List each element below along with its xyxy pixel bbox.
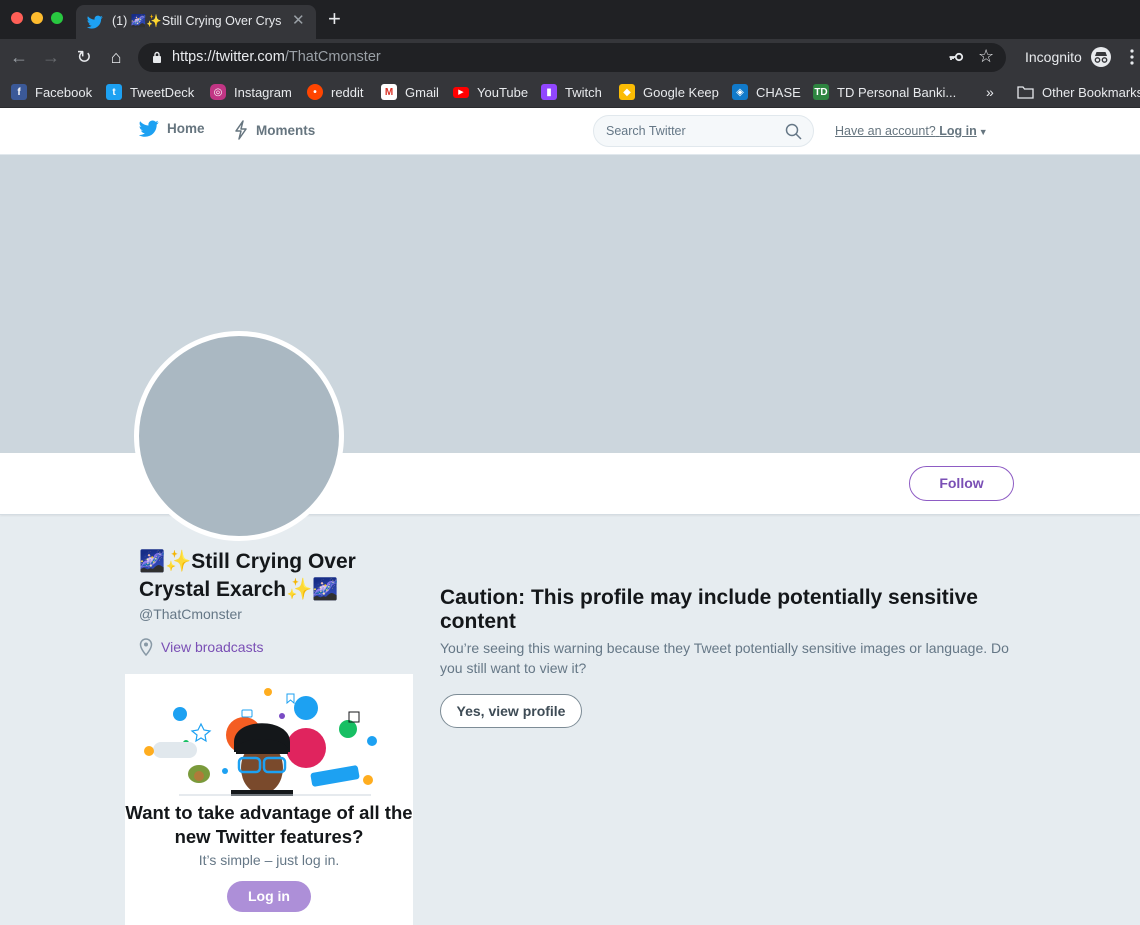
incognito-icon[interactable]: [1091, 47, 1111, 67]
promo-subtitle: It’s simple – just log in.: [198, 852, 340, 868]
bookmark-label: CHASE: [756, 84, 801, 100]
view-broadcasts-link[interactable]: View broadcasts: [161, 639, 263, 655]
bookmark-facebook[interactable]: f Facebook: [11, 81, 92, 103]
bookmark-tweetdeck[interactable]: t TweetDeck: [106, 81, 194, 103]
bookmark-label: Instagram: [234, 84, 292, 100]
td-icon: TD: [813, 84, 829, 100]
view-profile-button[interactable]: Yes, view profile: [440, 694, 582, 728]
bookmarks-overflow-button[interactable]: »: [986, 84, 994, 100]
location-pin-icon: [139, 638, 153, 656]
bookmarks-bar: f Facebook t TweetDeck ◎ Instagram • reddit …: [0, 76, 1140, 108]
address-bar[interactable]: https://twitter.com/ThatCmonster ☆: [138, 43, 1006, 72]
facebook-icon: f: [11, 84, 27, 100]
close-window-button[interactable]: [11, 12, 23, 24]
url-path: /ThatCmonster: [284, 49, 381, 65]
browser-toolbar: ← → ↻ ⌂ https://twitter.com/ThatCmonster…: [0, 39, 1140, 76]
reload-icon[interactable]: ↻: [74, 47, 94, 67]
twitter-bird-icon: [139, 120, 159, 137]
tab-close-icon[interactable]: ✕: [292, 11, 305, 29]
back-arrow-icon[interactable]: ←: [9, 47, 29, 67]
bookmark-label: Google Keep: [643, 84, 719, 100]
login-button[interactable]: Log in: [227, 881, 311, 912]
follow-button[interactable]: Follow: [909, 466, 1014, 501]
caution-title: Caution: This profile may include potent…: [440, 586, 978, 633]
bookmark-twitch[interactable]: ▮ Twitch: [541, 81, 602, 103]
bookmark-instagram[interactable]: ◎ Instagram: [210, 81, 292, 103]
bookmark-gmail[interactable]: M Gmail: [381, 81, 439, 103]
bookmark-label: Facebook: [35, 84, 93, 100]
incognito-label[interactable]: Incognito: [1025, 49, 1082, 65]
nav-moments-link[interactable]: Moments: [234, 120, 315, 140]
login-link[interactable]: Log in: [939, 124, 977, 138]
promo-illustration: [144, 688, 377, 796]
bookmark-reddit[interactable]: • reddit: [307, 81, 364, 103]
bookmark-youtube[interactable]: ▶ YouTube: [453, 81, 528, 103]
avatar[interactable]: [134, 331, 344, 541]
bookmark-label: reddit: [331, 84, 364, 100]
twitter-bird-icon: [87, 15, 103, 29]
nav-home-link[interactable]: Home: [139, 120, 205, 137]
bookmark-label: TweetDeck: [130, 84, 195, 100]
maximize-window-button[interactable]: [51, 12, 63, 24]
minimize-window-button[interactable]: [31, 12, 43, 24]
search-icon[interactable]: [785, 123, 802, 140]
keep-icon: ◆: [619, 84, 635, 100]
bookmark-star-icon[interactable]: ☆: [978, 46, 994, 66]
youtube-icon: ▶: [453, 86, 469, 98]
twitter-top-nav: Home Moments Search Twitter Have an acco…: [0, 108, 1140, 155]
login-dropdown[interactable]: Have an account? Log in ▼: [835, 124, 988, 138]
profile-display-name: 🌌✨Still Crying Over Crystal Exarch✨🌌: [139, 550, 356, 601]
search-input[interactable]: Search Twitter: [593, 115, 814, 147]
url-host: https://twitter.com: [172, 49, 285, 65]
bookmark-label: Other Bookmarks: [1042, 84, 1140, 100]
key-icon[interactable]: [948, 49, 964, 65]
bookmark-label: TD Personal Banki...: [837, 84, 957, 100]
bookmark-label: Twitch: [565, 84, 602, 100]
bookmark-other-folder[interactable]: Other Bookmarks: [1017, 81, 1140, 103]
gmail-icon: M: [381, 84, 397, 100]
browser-tab-strip: (1) 🌌✨Still Crying Over Crys ✕ +: [0, 0, 1140, 39]
broadcasts-row: View broadcasts: [139, 638, 263, 656]
nav-home-label: Home: [167, 121, 205, 136]
chase-icon: ◈: [732, 84, 748, 100]
folder-icon: [1017, 86, 1034, 99]
bookmark-chase[interactable]: ◈ CHASE: [732, 81, 801, 103]
lightning-icon: [235, 120, 247, 140]
search-placeholder: Search Twitter: [606, 124, 686, 138]
caret-down-icon: ▼: [978, 127, 988, 137]
caution-text: You’re seeing this warning because they …: [440, 640, 1009, 676]
bookmark-label: YouTube: [477, 84, 529, 100]
reddit-icon: •: [307, 84, 323, 100]
promo-title: Want to take advantage of all the new Tw…: [125, 802, 413, 847]
more-menu-icon[interactable]: [1130, 48, 1134, 66]
bookmark-td-bank[interactable]: TD TD Personal Banki...: [813, 81, 956, 103]
account-prompt: Have an account?: [835, 124, 936, 138]
tweetdeck-icon: t: [106, 84, 122, 100]
twitch-icon: ▮: [541, 84, 557, 100]
url-text: https://twitter.com/ThatCmonster: [172, 49, 381, 65]
forward-arrow-icon[interactable]: →: [41, 47, 61, 67]
profile-handle: @ThatCmonster: [139, 606, 242, 622]
tab-title: (1) 🌌✨Still Crying Over Crys: [112, 14, 282, 28]
home-icon[interactable]: ⌂: [106, 47, 126, 67]
bookmark-label: Gmail: [405, 84, 439, 100]
login-promo-card: Want to take advantage of all the new Tw…: [125, 674, 413, 925]
instagram-icon: ◎: [210, 84, 226, 100]
lock-icon: [153, 51, 161, 63]
browser-tab-active[interactable]: (1) 🌌✨Still Crying Over Crys ✕: [76, 5, 316, 39]
new-tab-button[interactable]: +: [328, 8, 341, 30]
bookmark-google-keep[interactable]: ◆ Google Keep: [619, 81, 719, 103]
nav-moments-label: Moments: [256, 122, 316, 138]
